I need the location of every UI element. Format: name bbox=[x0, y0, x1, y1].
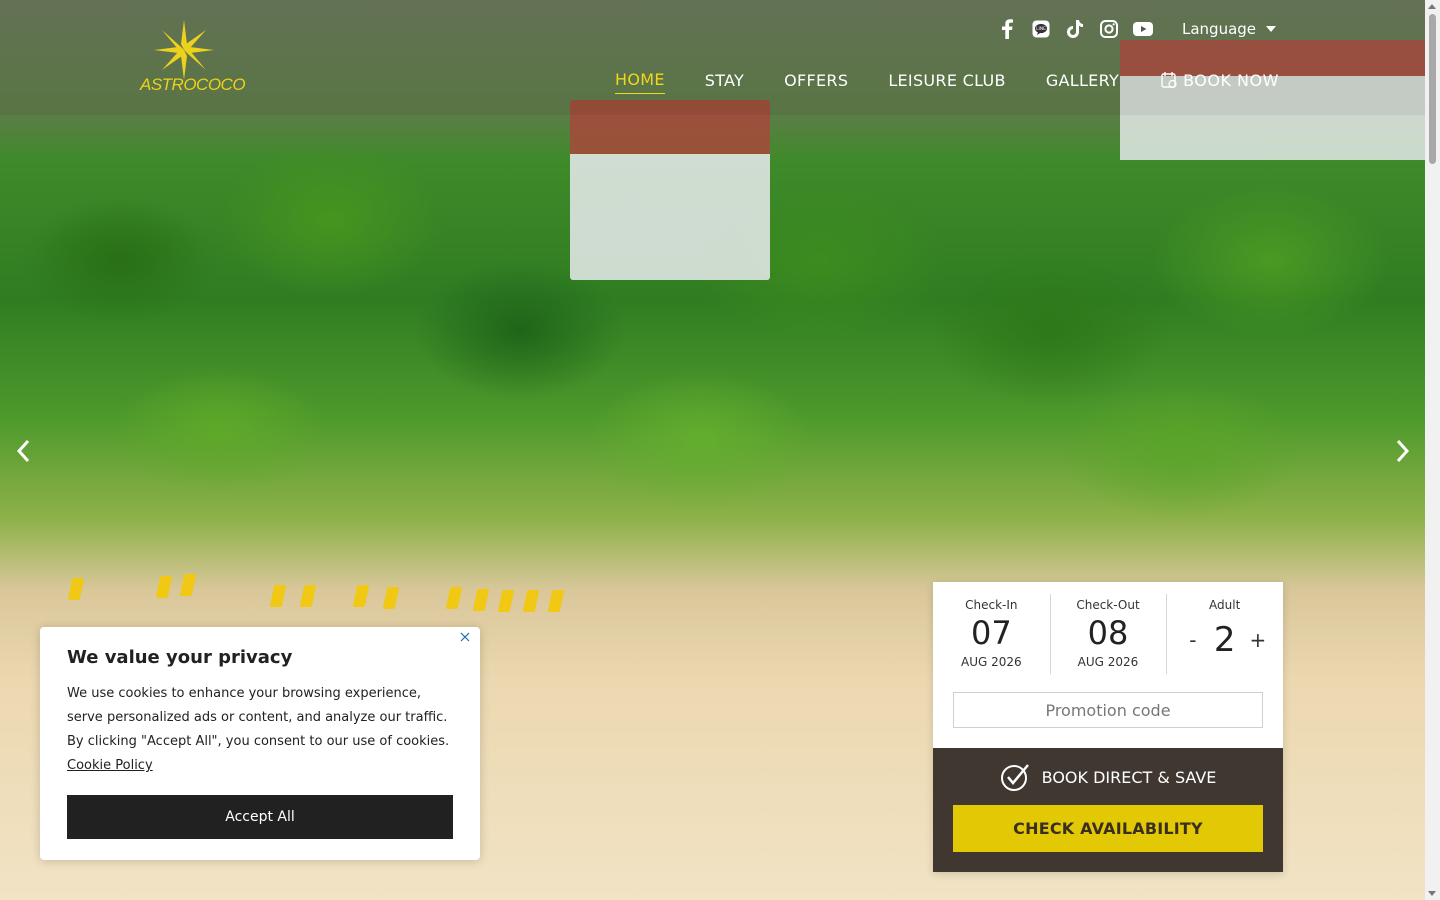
site-header: ASTROCOCO LINE Language HOME STAY OFFERS… bbox=[0, 0, 1425, 115]
adult-label: Adult bbox=[1209, 598, 1241, 612]
beach-chair bbox=[179, 574, 197, 596]
promotion-code-input[interactable] bbox=[953, 692, 1263, 728]
adult-stepper: Adult - 2 + bbox=[1166, 590, 1283, 682]
checkin-day: 07 bbox=[970, 614, 1012, 652]
booking-dates-row: Check-In 07 AUG 2026 Check-Out 08 AUG 20… bbox=[933, 582, 1283, 682]
language-selector[interactable]: Language bbox=[1182, 20, 1277, 38]
language-label: Language bbox=[1182, 20, 1257, 38]
cookie-policy-link[interactable]: Cookie Policy bbox=[67, 758, 153, 773]
scroll-up-arrow-icon[interactable] bbox=[1428, 4, 1436, 9]
booking-cta-panel: BOOK DIRECT & SAVE CHECK AVAILABILITY bbox=[933, 748, 1283, 872]
social-links: LINE bbox=[996, 18, 1154, 40]
book-direct-save: BOOK DIRECT & SAVE bbox=[933, 762, 1283, 792]
checkout-picker[interactable]: Check-Out 08 AUG 2026 bbox=[1049, 590, 1167, 682]
page-scrollbar[interactable] bbox=[1425, 0, 1440, 900]
svg-text:LINE: LINE bbox=[1036, 26, 1046, 32]
nav-offers[interactable]: OFFERS bbox=[784, 71, 848, 94]
checkout-month: AUG 2026 bbox=[1077, 655, 1139, 669]
adult-decrement-button[interactable]: - bbox=[1186, 628, 1200, 652]
nav-stay[interactable]: STAY bbox=[705, 71, 744, 94]
booking-widget: Check-In 07 AUG 2026 Check-Out 08 AUG 20… bbox=[933, 582, 1283, 872]
cookie-title: We value your privacy bbox=[67, 647, 293, 668]
beach-chair bbox=[547, 590, 565, 612]
beach-chair bbox=[67, 578, 85, 600]
close-icon bbox=[460, 632, 470, 642]
logo-wordmark: ASTROCOCO bbox=[140, 75, 246, 94]
slider-next-arrow[interactable] bbox=[1390, 437, 1414, 465]
adult-count: 2 bbox=[1213, 620, 1236, 660]
check-availability-button[interactable]: CHECK AVAILABILITY bbox=[953, 805, 1263, 852]
accept-all-button[interactable]: Accept All bbox=[67, 795, 453, 839]
beach-chair bbox=[352, 585, 370, 607]
chevron-left-icon bbox=[16, 439, 30, 463]
cookie-consent-dialog: We value your privacy We use cookies to … bbox=[40, 627, 480, 860]
nav-book-now[interactable]: BOOK NOW bbox=[1161, 71, 1279, 94]
checkin-label: Check-In bbox=[965, 598, 1018, 612]
beach-chair bbox=[299, 585, 317, 607]
adult-increment-button[interactable]: + bbox=[1250, 628, 1267, 652]
check-circle-icon bbox=[1000, 764, 1029, 791]
cookie-body-text: We use cookies to enhance your browsing … bbox=[67, 686, 450, 749]
main-nav: HOME STAY OFFERS LEISURE CLUB GALLERY BO… bbox=[615, 70, 1279, 94]
checkout-day: 08 bbox=[1087, 614, 1129, 652]
beach-chair bbox=[497, 590, 515, 612]
caret-down-icon bbox=[1266, 26, 1277, 32]
beach-chair bbox=[382, 587, 400, 609]
slider-prev-arrow[interactable] bbox=[12, 437, 36, 465]
tiktok-icon[interactable] bbox=[1064, 18, 1086, 40]
checkout-label: Check-Out bbox=[1076, 598, 1140, 612]
beach-chair bbox=[155, 576, 173, 598]
beach-chair bbox=[522, 590, 540, 612]
nav-book-now-label: BOOK NOW bbox=[1183, 70, 1279, 90]
beach-chair bbox=[269, 585, 287, 607]
cookie-close-button[interactable] bbox=[458, 629, 472, 643]
site-logo[interactable]: ASTROCOCO bbox=[140, 20, 246, 95]
checkin-month: AUG 2026 bbox=[961, 655, 1022, 669]
scroll-down-arrow-icon[interactable] bbox=[1428, 891, 1436, 896]
instagram-icon[interactable] bbox=[1098, 18, 1120, 40]
cookie-body: We use cookies to enhance your browsing … bbox=[67, 682, 457, 778]
scrollbar-thumb[interactable] bbox=[1429, 14, 1436, 164]
book-direct-label: BOOK DIRECT & SAVE bbox=[1041, 767, 1217, 787]
checkin-picker[interactable]: Check-In 07 AUG 2026 bbox=[933, 590, 1050, 682]
sun-star-logo-icon bbox=[154, 20, 214, 80]
beach-chair bbox=[445, 587, 463, 609]
hero-hotel-building bbox=[570, 100, 770, 280]
facebook-icon[interactable] bbox=[996, 18, 1018, 40]
youtube-icon[interactable] bbox=[1132, 18, 1154, 40]
nav-leisure-club[interactable]: LEISURE CLUB bbox=[888, 71, 1006, 94]
nav-gallery[interactable]: GALLERY bbox=[1046, 71, 1119, 94]
chevron-right-icon bbox=[1396, 439, 1410, 463]
nav-home[interactable]: HOME bbox=[615, 70, 665, 94]
line-icon[interactable]: LINE bbox=[1030, 18, 1052, 40]
calendar-check-icon bbox=[1161, 71, 1177, 88]
beach-chair bbox=[472, 589, 490, 611]
